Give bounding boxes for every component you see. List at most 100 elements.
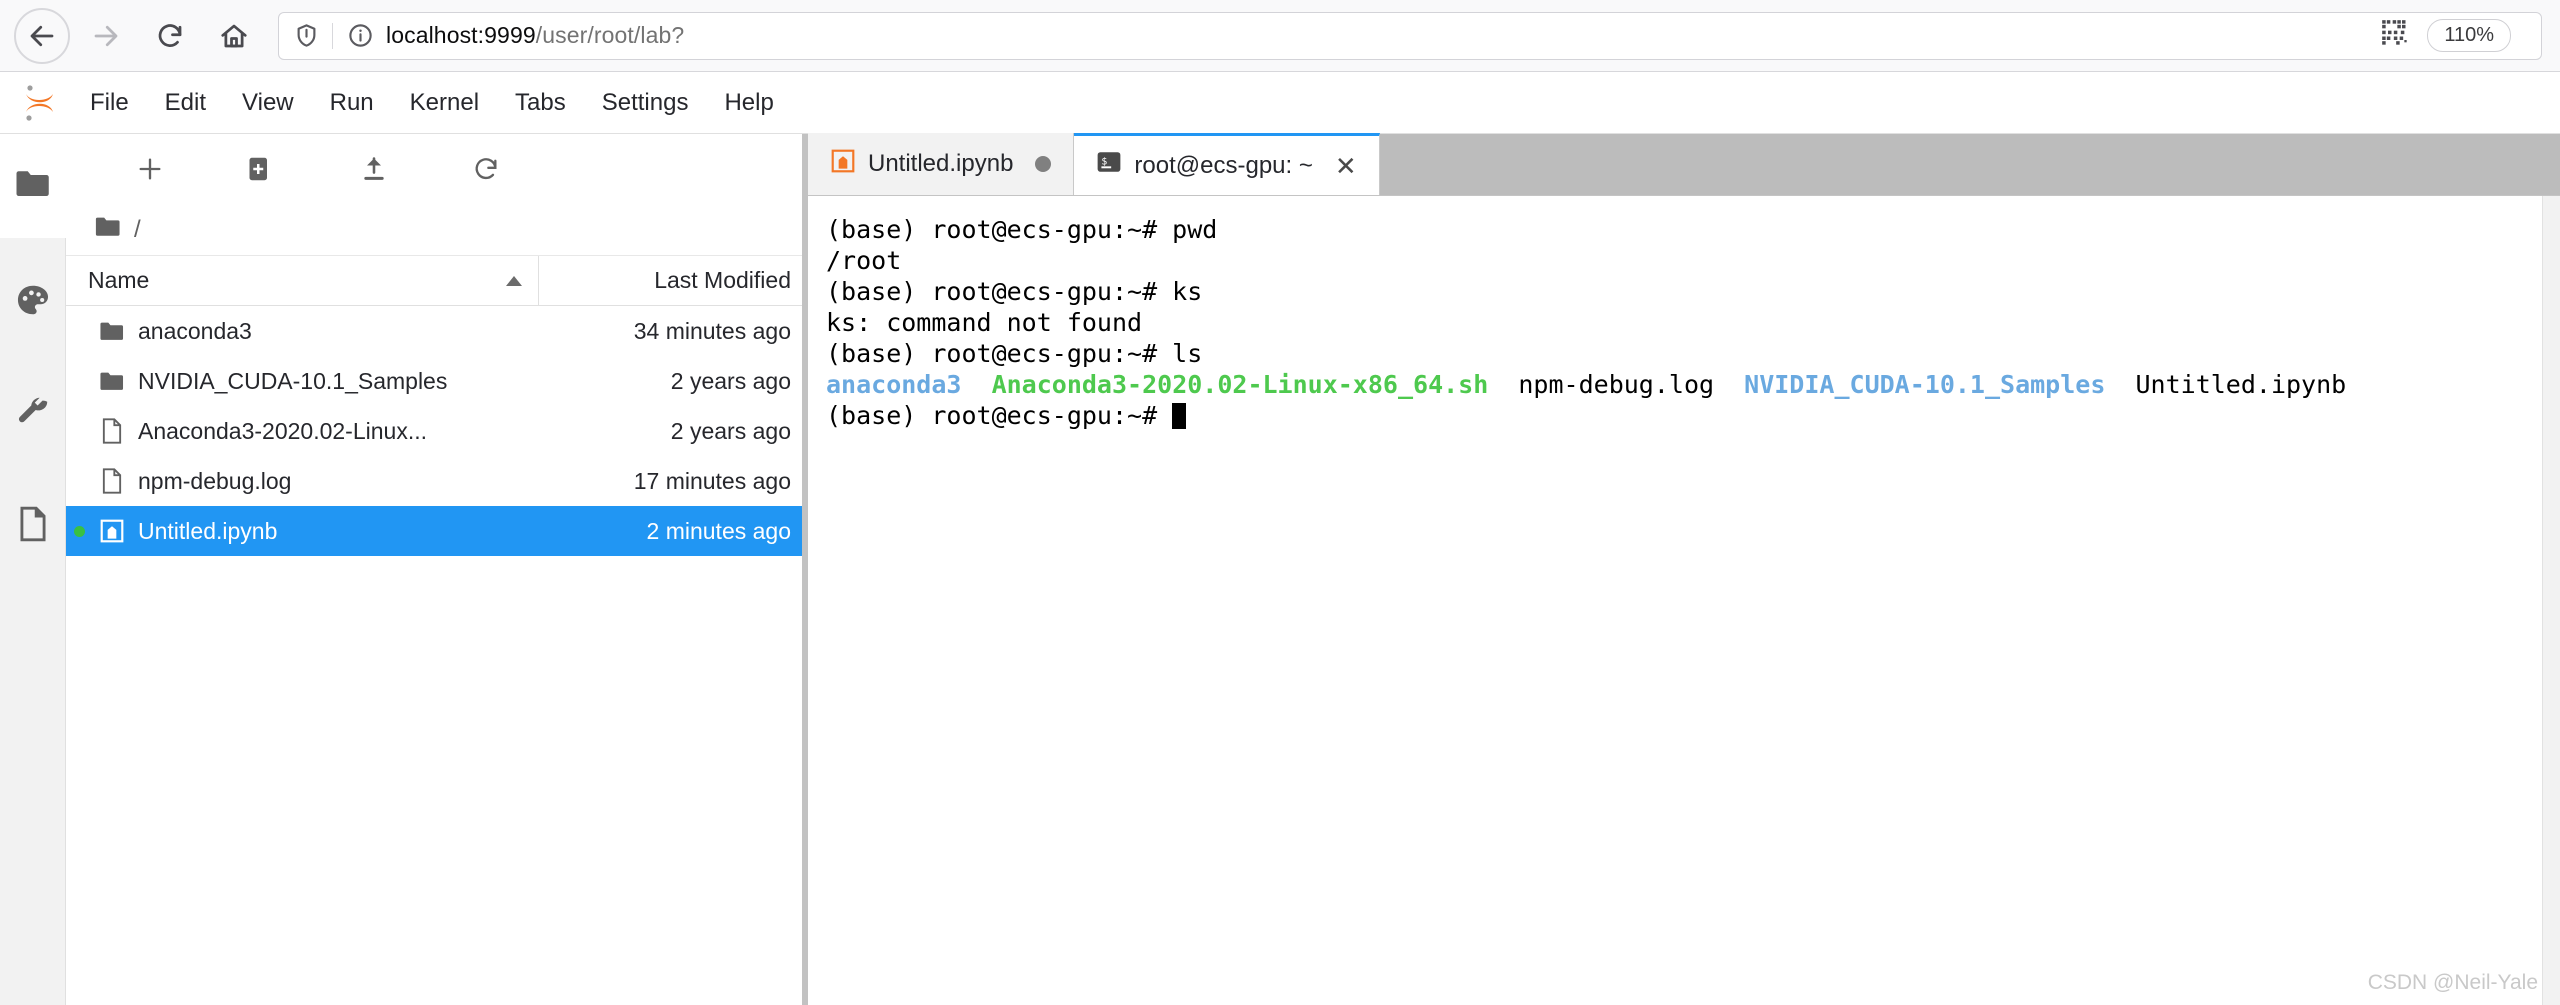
table-row[interactable]: Untitled.ipynb 2 minutes ago [66,506,807,556]
home-icon[interactable] [206,8,262,64]
folder-icon [14,169,52,204]
table-row[interactable]: npm-debug.log 17 minutes ago [66,456,807,506]
file-name: anaconda3 [138,317,252,344]
running-indicator [66,525,92,537]
notebook-icon [92,518,132,544]
jupyter-logo-icon [12,83,68,123]
terminal-line: anaconda3 Anaconda3-2020.02-Linux-x86_64… [826,369,2560,400]
terminal-line: (base) root@ecs-gpu:~# ls [826,338,2560,369]
breadcrumb[interactable]: / [66,204,807,256]
unsaved-changes-indicator[interactable] [1035,156,1052,172]
terminal-line: (base) root@ecs-gpu:~# [826,400,2560,431]
url-bar[interactable]: localhost:9999/user/root/lab? 110% [278,11,2542,60]
file-modified: 2 years ago [670,367,791,394]
tab-terminal-root-ecs-gpu[interactable]: $ root@ecs-gpu: ~ ✕ [1074,133,1380,195]
file-name: Anaconda3-2020.02-Linux... [138,417,427,444]
qr-code-icon[interactable] [2381,19,2409,52]
terminal-segment: ks: command not found [826,308,1143,337]
new-launcher-button[interactable] [94,141,206,197]
file-modified: 34 minutes ago [633,317,791,344]
sidebar-item-file-browser[interactable] [0,134,66,238]
file-name: Untitled.ipynb [138,517,278,544]
sort-ascending-icon [506,275,522,286]
sidebar-item-extensions[interactable] [0,246,66,358]
reload-icon[interactable] [142,8,198,64]
menu-item-view[interactable]: View [228,83,308,123]
terminal-segment: Untitled.ipynb [2105,370,2347,399]
wrench-icon [14,393,52,436]
new-folder-button[interactable] [206,141,318,197]
terminal-segment: (base) root@ecs-gpu:~# [826,401,1173,430]
url-text[interactable]: localhost:9999/user/root/lab? [386,22,684,49]
terminal-icon: $ [1096,149,1122,182]
jupyterlab-menu-bar: File Edit View Run Kernel Tabs Settings … [0,72,2560,134]
notebook-icon [830,148,856,181]
table-row[interactable]: NVIDIA_CUDA-10.1_Samples 2 years ago [66,356,807,406]
file-icon [92,467,132,495]
refresh-button[interactable] [430,141,542,197]
url-path: /user/root/lab? [535,22,685,48]
terminal-line: /root [826,245,2560,276]
svg-text:$: $ [1102,157,1108,168]
table-row[interactable]: Anaconda3-2020.02-Linux... 2 years ago [66,406,807,456]
file-browser-panel: / Name Last Modified anaconda3 34 minute… [66,134,808,1005]
menu-item-run[interactable]: Run [316,83,388,123]
column-header-last-modified[interactable]: Last Modified [539,267,807,294]
terminal-output[interactable]: (base) root@ecs-gpu:~# pwd /root (base) … [808,196,2560,1005]
file-list-header: Name Last Modified [66,256,807,306]
tab-label: Untitled.ipynb [868,150,1014,177]
tab-untitled-ipynb[interactable]: Untitled.ipynb [808,133,1075,195]
main-dock-area: Untitled.ipynb $ root@ecs-gpu: ~ ✕ (base… [808,133,2560,1005]
file-name: npm-debug.log [138,467,292,494]
menu-item-tabs[interactable]: Tabs [501,83,580,123]
terminal-segment: npm-debug.log [1488,370,1745,399]
menu-item-file[interactable]: File [76,83,143,123]
menu-item-kernel[interactable]: Kernel [396,83,493,123]
info-circle-icon[interactable] [333,22,386,49]
tab-label: root@ecs-gpu: ~ [1134,151,1313,179]
upload-button[interactable] [318,141,430,197]
menu-item-help[interactable]: Help [710,83,787,123]
terminal-line: ks: command not found [826,307,2560,338]
folder-icon [92,321,132,342]
column-header-name[interactable]: Name [66,256,539,305]
folder-icon [92,371,132,392]
table-row[interactable]: anaconda3 34 minutes ago [66,306,807,356]
palette-icon [14,281,52,324]
watermark: CSDN @Neil-Yale [2367,971,2538,994]
terminal-line: (base) root@ecs-gpu:~# ks [826,276,2560,307]
folder-icon [94,216,122,243]
document-outline-icon [16,505,50,548]
terminal-segment: Anaconda3-2020.02-Linux-x86_64.sh [991,370,1489,399]
terminal-segment: anaconda3 [826,370,962,399]
close-icon[interactable]: ✕ [1335,153,1357,179]
browser-toolbar: localhost:9999/user/root/lab? 110% [0,0,2560,72]
back-arrow-icon[interactable] [14,7,70,64]
breadcrumb-path[interactable]: / [134,216,141,244]
terminal-segment: (base) root@ecs-gpu:~# ls [826,339,1203,368]
terminal-scrollbar[interactable] [2542,196,2560,1005]
tab-bar: Untitled.ipynb $ root@ecs-gpu: ~ ✕ [808,133,2560,196]
menu-item-edit[interactable]: Edit [151,83,220,123]
file-name: NVIDIA_CUDA-10.1_Samples [138,367,448,394]
file-icon [92,417,132,445]
file-modified: 17 minutes ago [633,467,791,494]
terminal-cursor [1172,403,1187,429]
terminal-segment: /root [826,246,902,275]
terminal-segment [961,370,991,399]
terminal-segment: (base) root@ecs-gpu:~# ks [826,277,1203,306]
sidebar-item-property-inspector[interactable] [0,358,66,470]
url-host: localhost:9999 [386,22,536,48]
file-modified: 2 minutes ago [646,517,791,544]
forward-arrow-icon[interactable] [78,8,134,64]
menu-item-settings[interactable]: Settings [588,83,703,123]
column-header-name-label: Name [88,267,150,293]
terminal-line: (base) root@ecs-gpu:~# pwd [826,214,2560,245]
activity-bar [0,134,66,1005]
sidebar-item-open-tabs[interactable] [0,470,66,582]
zoom-level-badge[interactable]: 110% [2427,19,2511,52]
shield-icon[interactable] [293,22,332,49]
terminal-segment: (base) root@ecs-gpu:~# pwd [826,215,1218,244]
terminal-segment: NVIDIA_CUDA-10.1_Samples [1744,370,2106,399]
file-browser-toolbar [66,134,807,204]
